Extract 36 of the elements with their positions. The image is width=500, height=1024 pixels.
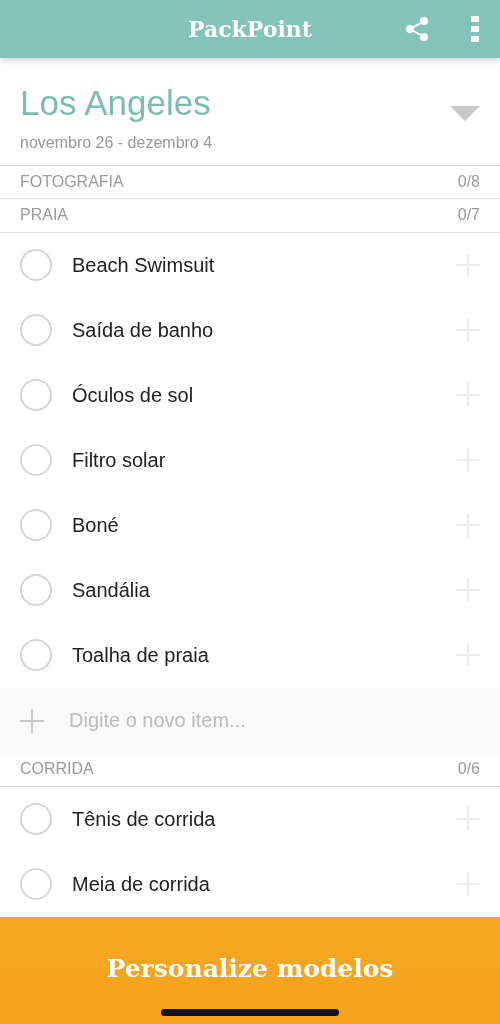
item-label: Toalha de praia [72, 643, 210, 668]
add-icon[interactable] [20, 708, 44, 733]
app-title: PackPoint [188, 14, 312, 44]
category-name: CORRIDA [20, 759, 94, 779]
customize-templates-button[interactable]: Personalize modelos [0, 916, 500, 1024]
checkbox[interactable] [20, 639, 52, 671]
checkbox[interactable] [20, 803, 52, 835]
checkbox[interactable] [20, 249, 52, 281]
checkbox[interactable] [20, 868, 52, 900]
checkbox[interactable] [20, 314, 52, 346]
category-count: 0/7 [457, 205, 480, 225]
category-count: 0/6 [457, 759, 480, 779]
category-name: PRAIA [20, 205, 68, 225]
dropdown-caret-icon[interactable] [450, 106, 480, 122]
category-count: 0/8 [457, 171, 480, 192]
category-header[interactable]: PRAIA 0/7 [0, 198, 500, 233]
item-label: Boné [72, 513, 120, 538]
item-label: Saída de banho [72, 318, 215, 343]
share-icon[interactable] [405, 16, 429, 42]
item-label: Tênis de corrida [72, 807, 217, 832]
category-header[interactable]: FOTOGRAFIA 0/8 [0, 164, 500, 199]
checkbox[interactable] [20, 574, 52, 606]
item-label: Óculos de sol [72, 383, 195, 408]
checkbox[interactable] [20, 444, 52, 476]
category-header[interactable]: CORRIDA 0/6 [0, 752, 500, 787]
checkbox[interactable] [20, 509, 52, 541]
item-label: Beach Swimsuit [72, 253, 216, 278]
item-label: Meia de corrida [72, 872, 211, 897]
checkbox[interactable] [20, 379, 52, 411]
item-label: Sandália [72, 578, 151, 603]
category-name: FOTOGRAFIA [20, 171, 124, 192]
new-item-field[interactable]: Digite o novo item... [0, 687, 500, 753]
trip-city: Los Angeles [20, 84, 212, 123]
item-label: Filtro solar [72, 448, 167, 473]
trip-dates: novembro 26 - dezembro 4 [20, 132, 214, 153]
more-options-icon[interactable] [471, 16, 479, 42]
